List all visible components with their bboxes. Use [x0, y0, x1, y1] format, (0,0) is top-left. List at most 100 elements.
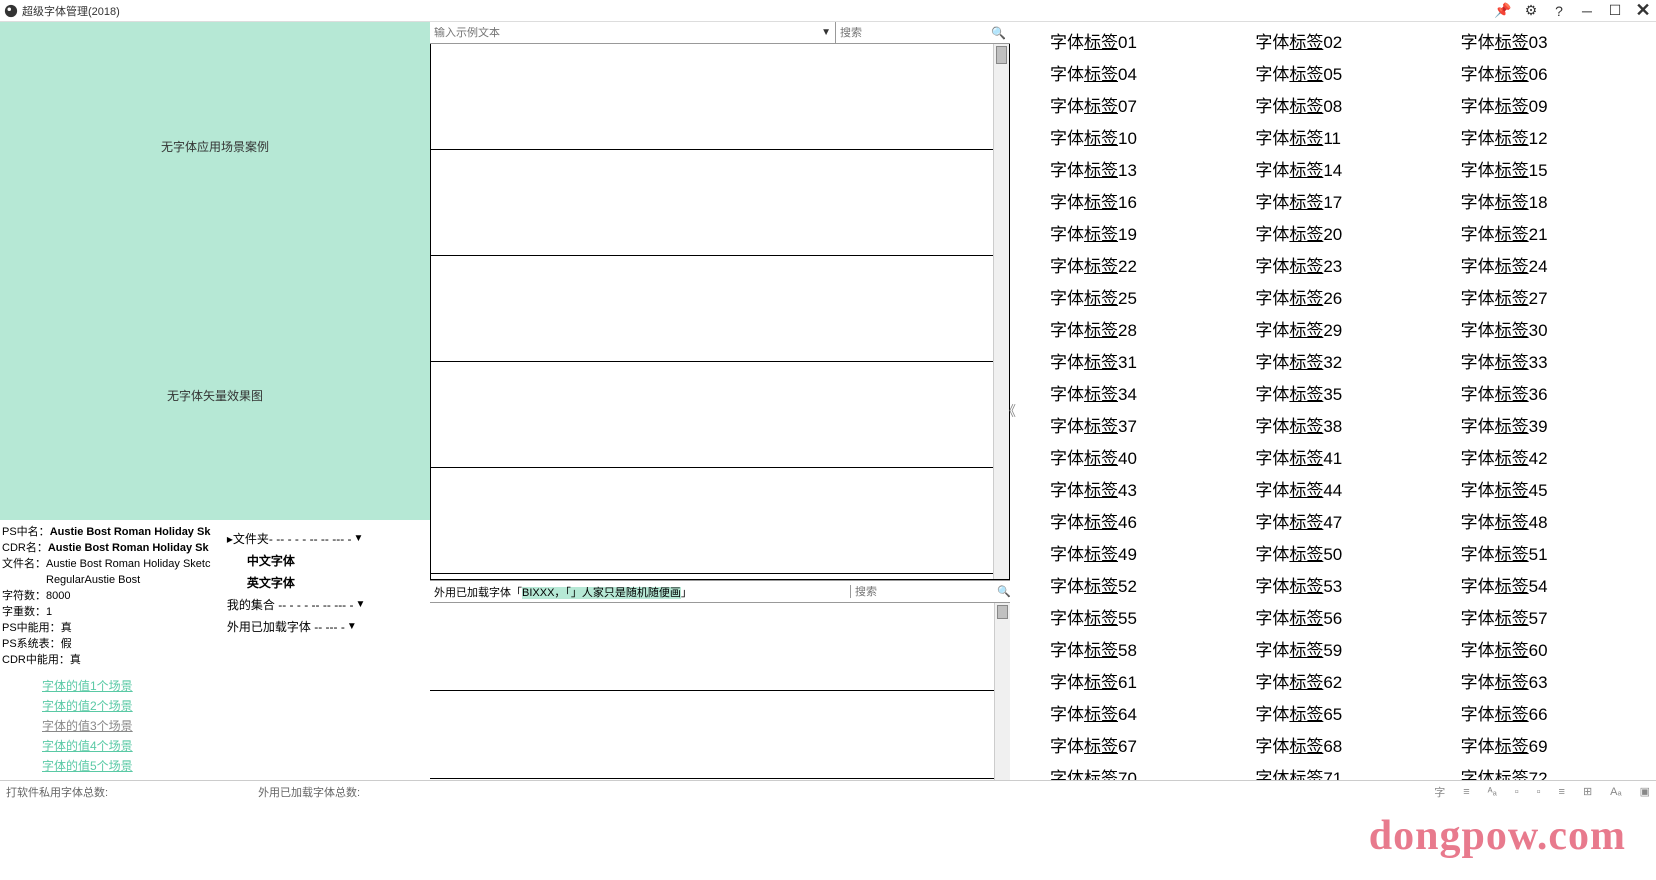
- tree-header-folders[interactable]: ▸ 文件夹- -- - - - -- -- --- -▼: [227, 528, 426, 550]
- tool-icon[interactable]: Aₐ: [1610, 786, 1621, 798]
- help-icon[interactable]: ?: [1550, 2, 1568, 20]
- scenario-link[interactable]: 字体的值1个场景: [42, 676, 225, 696]
- font-tag[interactable]: 字体标签39: [1461, 412, 1636, 437]
- font-tag[interactable]: 字体标签27: [1461, 284, 1636, 309]
- scrollbar-thumb[interactable]: [996, 46, 1007, 64]
- font-tag[interactable]: 字体标签45: [1461, 476, 1636, 501]
- font-tag[interactable]: 字体标签11: [1255, 124, 1430, 149]
- font-tag[interactable]: 字体标签47: [1255, 508, 1430, 533]
- pin-icon[interactable]: 📌: [1494, 2, 1512, 20]
- font-tag[interactable]: 字体标签69: [1461, 732, 1636, 757]
- font-tag[interactable]: 字体标签41: [1255, 444, 1430, 469]
- font-tag[interactable]: 字体标签29: [1255, 316, 1430, 341]
- font-tag[interactable]: 字体标签62: [1255, 668, 1430, 693]
- search-icon[interactable]: 🔍: [997, 585, 1011, 598]
- font-row[interactable]: [431, 44, 993, 150]
- tree-header-loaded[interactable]: 外用已加载字体 -- --- -▼: [227, 616, 426, 638]
- font-tag[interactable]: 字体标签59: [1255, 636, 1430, 661]
- font-tag[interactable]: 字体标签61: [1050, 668, 1225, 693]
- font-tag[interactable]: 字体标签68: [1255, 732, 1430, 757]
- scenario-link[interactable]: 字体的值3个场景: [42, 716, 225, 736]
- font-tag[interactable]: 字体标签70: [1050, 764, 1225, 780]
- maximize-button[interactable]: ☐: [1606, 2, 1624, 20]
- tool-icon[interactable]: ≡: [1559, 786, 1565, 798]
- tool-icon[interactable]: ▣: [1640, 785, 1650, 798]
- tool-icon[interactable]: ▫: [1515, 786, 1519, 798]
- font-tag[interactable]: 字体标签42: [1461, 444, 1636, 469]
- tree-header-myset[interactable]: 我的集合 -- - - - -- -- --- -▼: [227, 594, 426, 616]
- loaded-search-input[interactable]: [855, 586, 997, 598]
- settings-icon[interactable]: ⚙: [1522, 2, 1540, 20]
- font-tag[interactable]: 字体标签67: [1050, 732, 1225, 757]
- minimize-button[interactable]: ─: [1578, 2, 1596, 20]
- font-tag[interactable]: 字体标签58: [1050, 636, 1225, 661]
- font-tag[interactable]: 字体标签20: [1255, 220, 1430, 245]
- tool-icon[interactable]: ≡: [1463, 786, 1469, 798]
- font-tag[interactable]: 字体标签32: [1255, 348, 1430, 373]
- font-tag[interactable]: 字体标签23: [1255, 252, 1430, 277]
- font-tag[interactable]: 字体标签30: [1461, 316, 1636, 341]
- font-tag[interactable]: 字体标签64: [1050, 700, 1225, 725]
- font-tag[interactable]: 字体标签02: [1255, 28, 1430, 53]
- scenario-link[interactable]: 字体的值2个场景: [42, 696, 225, 716]
- font-tag[interactable]: 字体标签43: [1050, 476, 1225, 501]
- font-tag[interactable]: 字体标签03: [1461, 28, 1636, 53]
- scenario-link[interactable]: 字体的值5个场景: [42, 756, 225, 776]
- font-tag[interactable]: 字体标签36: [1461, 380, 1636, 405]
- dropdown-icon[interactable]: ▼: [821, 27, 831, 38]
- font-tag[interactable]: 字体标签46: [1050, 508, 1225, 533]
- scenario-link[interactable]: 字体的值4个场景: [42, 736, 225, 756]
- font-tag[interactable]: 字体标签16: [1050, 188, 1225, 213]
- scrollbar-vertical[interactable]: [993, 44, 1009, 579]
- tree-item-chinese[interactable]: 中文字体: [227, 550, 426, 572]
- font-tag[interactable]: 字体标签05: [1255, 60, 1430, 85]
- font-tag[interactable]: 字体标签18: [1461, 188, 1636, 213]
- font-tag[interactable]: 字体标签63: [1461, 668, 1636, 693]
- font-tag[interactable]: 字体标签25: [1050, 284, 1225, 309]
- font-tag[interactable]: 字体标签54: [1461, 572, 1636, 597]
- font-tag[interactable]: 字体标签15: [1461, 156, 1636, 181]
- font-tag[interactable]: 字体标签44: [1255, 476, 1430, 501]
- font-tag[interactable]: 字体标签31: [1050, 348, 1225, 373]
- font-tag[interactable]: 字体标签35: [1255, 380, 1430, 405]
- font-tag[interactable]: 字体标签06: [1461, 60, 1636, 85]
- loaded-font-row[interactable]: [430, 691, 994, 779]
- font-tag[interactable]: 字体标签28: [1050, 316, 1225, 341]
- font-tag[interactable]: 字体标签07: [1050, 92, 1225, 117]
- font-tag[interactable]: 字体标签19: [1050, 220, 1225, 245]
- font-tag[interactable]: 字体标签17: [1255, 188, 1430, 213]
- font-tag[interactable]: 字体标签66: [1461, 700, 1636, 725]
- font-tag[interactable]: 字体标签04: [1050, 60, 1225, 85]
- font-tag[interactable]: 字体标签22: [1050, 252, 1225, 277]
- font-tag[interactable]: 字体标签60: [1461, 636, 1636, 661]
- font-tag[interactable]: 字体标签34: [1050, 380, 1225, 405]
- font-tag[interactable]: 字体标签24: [1461, 252, 1636, 277]
- scrollbar-vertical[interactable]: [994, 603, 1010, 781]
- sample-text-input[interactable]: [434, 27, 821, 39]
- font-tag[interactable]: 字体标签21: [1461, 220, 1636, 245]
- font-tag[interactable]: 字体标签01: [1050, 28, 1225, 53]
- font-tag[interactable]: 字体标签65: [1255, 700, 1430, 725]
- font-row[interactable]: [431, 256, 993, 362]
- font-tag[interactable]: 字体标签08: [1255, 92, 1430, 117]
- tree-item-english[interactable]: 英文字体: [227, 572, 426, 594]
- panel-collapse-icon[interactable]: 《: [1002, 401, 1016, 421]
- font-tag[interactable]: 字体标签50: [1255, 540, 1430, 565]
- font-tag[interactable]: 字体标签52: [1050, 572, 1225, 597]
- tool-icon[interactable]: ▫: [1537, 786, 1541, 798]
- font-tag[interactable]: 字体标签51: [1461, 540, 1636, 565]
- font-row[interactable]: [431, 362, 993, 468]
- loaded-font-row[interactable]: [430, 603, 994, 691]
- font-tag[interactable]: 字体标签37: [1050, 412, 1225, 437]
- tool-icon[interactable]: 字: [1434, 784, 1445, 800]
- font-tag[interactable]: 字体标签38: [1255, 412, 1430, 437]
- font-row[interactable]: [431, 468, 993, 574]
- search-input[interactable]: [840, 27, 991, 39]
- close-button[interactable]: ✕: [1634, 2, 1652, 20]
- tool-icon[interactable]: ᴬₐ: [1488, 786, 1497, 798]
- font-tag[interactable]: 字体标签48: [1461, 508, 1636, 533]
- font-tag[interactable]: 字体标签72: [1461, 764, 1636, 780]
- font-tag[interactable]: 字体标签13: [1050, 156, 1225, 181]
- font-tag[interactable]: 字体标签71: [1255, 764, 1430, 780]
- font-tag[interactable]: 字体标签55: [1050, 604, 1225, 629]
